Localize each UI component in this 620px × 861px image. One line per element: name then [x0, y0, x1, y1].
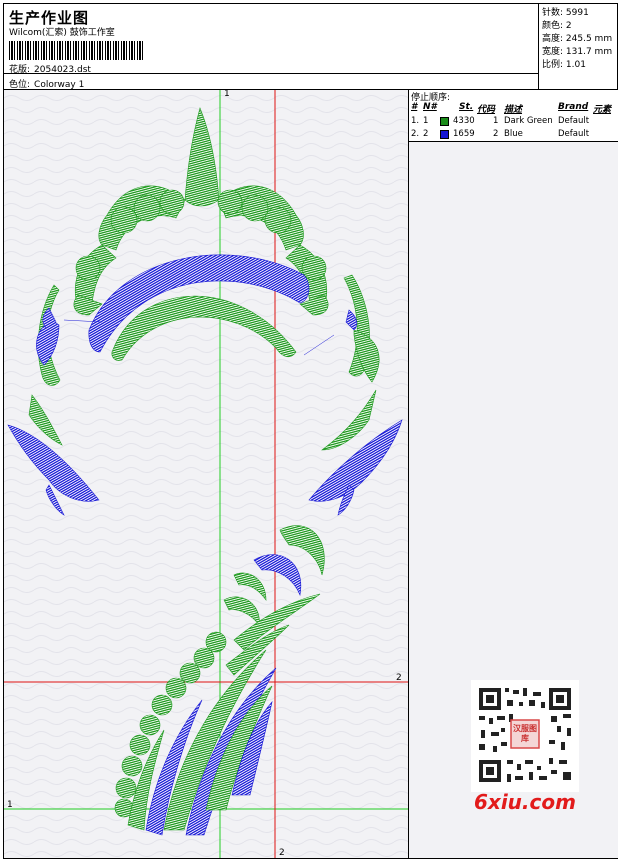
- row1-color-swatch: [440, 117, 449, 126]
- guide-label-top: 1: [224, 90, 230, 99]
- company-name: Wilcom(汇索) 鼓饰工作室: [9, 28, 115, 38]
- row2-stitches: 1659: [453, 129, 475, 139]
- stat-width: 宽度: 131.7 mm: [542, 47, 613, 57]
- row2-color-swatch: [440, 130, 449, 139]
- row2-num: 2.: [411, 129, 420, 139]
- row2-brand: Default: [558, 129, 590, 139]
- row1-stitches: 4330: [453, 116, 475, 126]
- watermark-brand[interactable]: 6xiu.com: [474, 790, 576, 814]
- guide-label-left: 1: [7, 800, 13, 810]
- row1-brand: Default: [558, 116, 590, 126]
- stat-height: 高度: 245.5 mm: [542, 34, 613, 44]
- barcode: [9, 41, 144, 60]
- col-code: 代码: [477, 105, 496, 115]
- col-desc: 描述: [504, 105, 523, 115]
- design-canvas[interactable]: 1 1 2 2: [4, 90, 408, 858]
- col-st: St.: [459, 102, 474, 112]
- col-elem: 元素: [593, 105, 612, 115]
- seal-text: 汉服图库: [513, 724, 537, 743]
- header-divider: [3, 73, 539, 74]
- design-stats: 针数: 5991 颜色: 2 高度: 245.5 mm 宽度: 131.7 mm…: [540, 3, 618, 89]
- stat-scale: 比例: 1.01: [542, 60, 586, 70]
- col-num: #: [411, 102, 418, 112]
- col-brand: Brand: [558, 102, 589, 112]
- row2-n: 2: [423, 129, 429, 139]
- row2-desc: Blue: [504, 129, 523, 139]
- qr-code[interactable]: 汉服图库: [471, 680, 579, 792]
- stat-colors: 颜色: 2: [542, 21, 572, 31]
- stat-stitches: 针数: 5991: [542, 8, 589, 18]
- row2-code: 2: [493, 129, 499, 139]
- row1-desc: Dark Green: [504, 116, 553, 126]
- guide-label-right: 2: [396, 673, 402, 683]
- row1-code: 1: [493, 116, 499, 126]
- row1-num: 1.: [411, 116, 420, 126]
- row1-n: 1: [423, 116, 429, 126]
- embroidery-preview: [4, 90, 408, 858]
- stop-sequence-table: 停止顺序: # N# St. 代码 描述 Brand 元素 1. 1 4330 …: [409, 90, 618, 142]
- header-info: 生产作业图 Wilcom(汇索) 鼓饰工作室 花版: 2054023.dst 色位…: [3, 3, 539, 90]
- col-n: N#: [423, 102, 437, 112]
- guide-label-bottom: 2: [279, 848, 285, 858]
